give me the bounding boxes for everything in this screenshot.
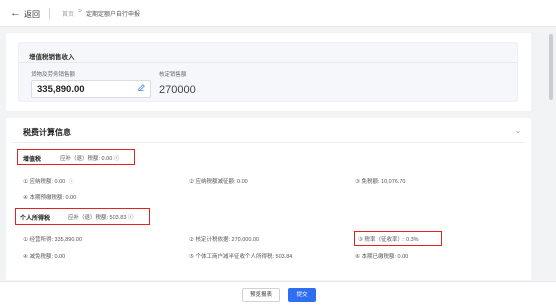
item-number: ② bbox=[189, 237, 194, 243]
goods-sales-input[interactable]: 335,890.00 bbox=[31, 80, 151, 98]
assessed-sales-label: 核定销售额 bbox=[159, 72, 187, 78]
item-label: 税率（征收率）: 0.3% bbox=[364, 237, 419, 243]
top-bar: ← 返回 首页 > 定期定额户自行申报 bbox=[0, 0, 556, 27]
item-label: 核定计税依据: 270,000.00 bbox=[195, 237, 260, 243]
chevron-down-icon[interactable]: ⌄ bbox=[515, 127, 521, 135]
breadcrumb-home[interactable]: 首页 bbox=[62, 9, 74, 18]
vat-sales-panel: 增值税销售收入 货物及劳务销售额 335,890.00 核定销售额 270000 bbox=[18, 42, 518, 102]
item-label: 应纳税额减征额: 0.00 bbox=[195, 179, 248, 185]
item-label: 本期预缴税额: 0.00 bbox=[29, 195, 77, 201]
info-icon[interactable]: ⓘ bbox=[69, 179, 74, 185]
pit-item-reduction: ④ 减免税额: 0.00 bbox=[23, 252, 65, 260]
bottom-action-bar: 预览报表 提交 bbox=[0, 281, 556, 307]
vat-sales-title: 增值税销售收入 bbox=[29, 54, 75, 61]
item-number: ② bbox=[189, 179, 194, 185]
pit-item-business-income: ① 经营所得: 335,890.00 bbox=[23, 235, 82, 243]
vat-item-tax-payable: ① 应纳税额: 0.00 ⓘ bbox=[23, 177, 74, 185]
item-number: ① bbox=[23, 179, 28, 185]
breadcrumb-current: 定期定额户自行申报 bbox=[86, 12, 141, 18]
submit-button[interactable]: 提交 bbox=[288, 288, 316, 302]
pit-item-tax-rate: ③ 税率（征收率）: 0.3% bbox=[358, 235, 419, 243]
pit-item-tax-basis: ② 核定计税依据: 270,000.00 bbox=[189, 235, 259, 243]
scrollbar-thumb[interactable] bbox=[549, 34, 553, 100]
item-label: 免税额: 10,076.70 bbox=[361, 179, 406, 185]
vat-item-exempt: ③ 免税额: 10,076.70 bbox=[355, 177, 406, 185]
item-number: ③ bbox=[355, 179, 360, 185]
vat-sales-card: 增值税销售收入 货物及劳务销售额 335,890.00 核定销售额 270000 bbox=[6, 33, 531, 111]
vat-payable-amount: 应补（退）税额: 0.00 ⓘ bbox=[60, 156, 120, 162]
pit-item-half-reduction: ⑤ 个体工商户减半征收个人所得税: 503.84 bbox=[189, 252, 292, 260]
vat-item-reduction: ② 应纳税额减征额: 0.00 bbox=[189, 177, 248, 185]
item-number: ⑥ bbox=[355, 254, 360, 260]
assessed-sales-value: 270000 bbox=[159, 84, 196, 96]
vat-item-prepaid: ④ 本期预缴税额: 0.00 bbox=[23, 193, 76, 201]
vat-header-title: 增值税 bbox=[23, 157, 42, 163]
item-number: ④ bbox=[23, 195, 28, 201]
item-label: 减免税额: 0.00 bbox=[29, 254, 66, 260]
back-button[interactable]: 返回 bbox=[24, 9, 40, 20]
preview-report-button[interactable]: 预览报表 bbox=[242, 288, 280, 302]
item-number: ③ bbox=[358, 237, 363, 243]
divider bbox=[49, 8, 50, 19]
item-label: 应纳税额: 0.00 bbox=[29, 179, 66, 185]
item-number: ① bbox=[23, 237, 28, 243]
divider bbox=[12, 142, 525, 143]
tax-calc-card: 税费计算信息 ⌄ 增值税 应补（退）税额: 0.00 ⓘ ① 应纳税额: 0.0… bbox=[6, 118, 531, 280]
pit-item-paid: ⑥ 本期已缴税额: 0.00 bbox=[355, 252, 408, 260]
item-number: ④ bbox=[23, 254, 28, 260]
back-arrow-icon[interactable]: ← bbox=[10, 8, 21, 19]
pit-payable-amount: 应补（退）税额: 503.83 ⓘ bbox=[68, 215, 134, 221]
goods-sales-label: 货物及劳务销售额 bbox=[31, 72, 76, 78]
pit-header-title: 个人所得税 bbox=[20, 216, 51, 222]
item-label: 个体工商户减半征收个人所得税: 503.84 bbox=[195, 254, 293, 260]
section-title: 税费计算信息 bbox=[23, 128, 71, 137]
item-number: ⑤ bbox=[189, 254, 194, 260]
breadcrumb-separator: > bbox=[78, 8, 83, 15]
divider bbox=[19, 62, 517, 63]
item-label: 本期已缴税额: 0.00 bbox=[361, 254, 409, 260]
goods-sales-value: 335,890.00 bbox=[37, 84, 85, 95]
item-label: 经营所得: 335,890.00 bbox=[29, 237, 83, 243]
edit-icon[interactable] bbox=[138, 84, 145, 93]
